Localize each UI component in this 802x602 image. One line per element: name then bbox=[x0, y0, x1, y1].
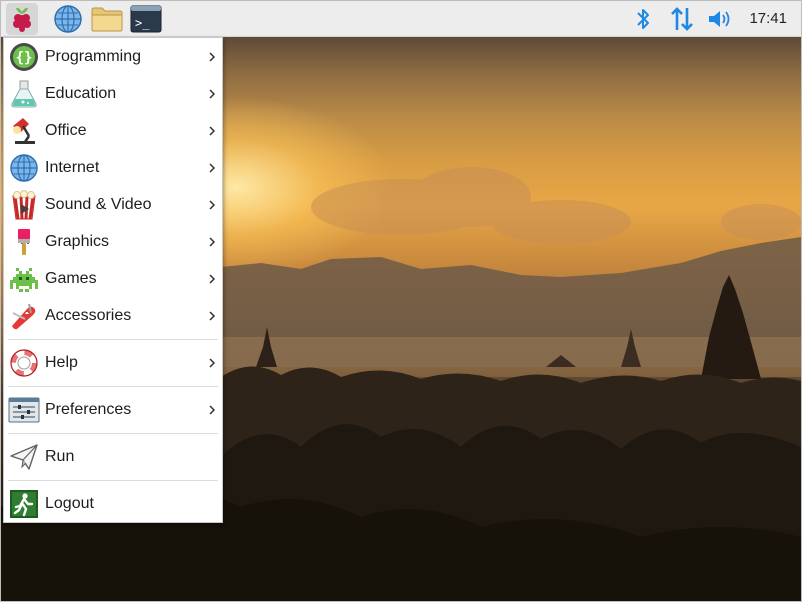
menu-item-accessories[interactable]: Accessories bbox=[4, 298, 222, 334]
menu-item-label: Internet bbox=[45, 159, 100, 176]
menu-item-label: Games bbox=[45, 270, 97, 287]
file-manager-icon bbox=[91, 7, 123, 32]
submenu-arrow-icon bbox=[209, 311, 216, 321]
raspberry-menu-button[interactable] bbox=[6, 3, 38, 35]
submenu-arrow-icon bbox=[209, 52, 216, 62]
menu-item-label: Education bbox=[45, 85, 117, 102]
games-icon bbox=[8, 263, 40, 295]
top-panel: >_ 17:41 bbox=[1, 1, 801, 37]
submenu-arrow-icon bbox=[209, 163, 216, 173]
menu-item-graphics[interactable]: Graphics bbox=[4, 224, 222, 260]
menu-item-label: Help bbox=[45, 354, 78, 371]
office-icon bbox=[8, 115, 40, 147]
terminal-launcher[interactable]: >_ bbox=[130, 3, 162, 35]
internet-icon bbox=[8, 152, 40, 184]
bluetooth-tray[interactable] bbox=[634, 5, 652, 33]
submenu-arrow-icon bbox=[209, 274, 216, 284]
menu-item-internet[interactable]: Internet bbox=[4, 150, 222, 186]
menu-separator bbox=[8, 433, 218, 434]
menu-item-label: Sound & Video bbox=[45, 196, 152, 213]
volume-icon bbox=[709, 11, 730, 27]
menu-item-label: Run bbox=[45, 448, 75, 465]
file-manager-launcher[interactable] bbox=[91, 3, 123, 35]
menu-item-label: Graphics bbox=[45, 233, 110, 250]
menu-item-help[interactable]: Help bbox=[4, 345, 222, 381]
submenu-arrow-icon bbox=[209, 358, 216, 368]
menu-item-programming[interactable]: {} Programming bbox=[4, 39, 222, 75]
submenu-arrow-icon bbox=[209, 89, 216, 99]
screen: >_ 17:41 {} Programming Education Office… bbox=[1, 1, 801, 601]
menu-item-logout[interactable]: Logout bbox=[4, 486, 222, 522]
accessories-icon bbox=[8, 300, 40, 332]
graphics-icon bbox=[8, 226, 40, 258]
volume-tray[interactable] bbox=[706, 5, 734, 33]
network-tray[interactable] bbox=[669, 5, 695, 33]
programming-icon: {} bbox=[8, 41, 40, 73]
bluetooth-icon bbox=[637, 9, 649, 29]
sound-video-icon bbox=[8, 189, 40, 221]
svg-text:{}: {} bbox=[16, 50, 33, 66]
submenu-arrow-icon bbox=[209, 237, 216, 247]
run-icon bbox=[8, 441, 40, 473]
application-menu: {} Programming Education Office Internet… bbox=[3, 37, 223, 523]
web-browser-icon bbox=[54, 5, 82, 33]
submenu-arrow-icon bbox=[209, 200, 216, 210]
menu-item-run[interactable]: Run bbox=[4, 439, 222, 475]
network-icon bbox=[671, 7, 693, 31]
menu-item-label: Logout bbox=[45, 495, 94, 512]
menu-separator bbox=[8, 339, 218, 340]
menu-item-label: Accessories bbox=[45, 307, 132, 324]
education-icon bbox=[8, 78, 40, 110]
web-browser-launcher[interactable] bbox=[52, 3, 84, 35]
menu-item-office[interactable]: Office bbox=[4, 113, 222, 149]
submenu-arrow-icon bbox=[209, 126, 216, 136]
menu-item-education[interactable]: Education bbox=[4, 76, 222, 112]
terminal-icon: >_ bbox=[130, 5, 162, 33]
menu-item-sound-video[interactable]: Sound & Video bbox=[4, 187, 222, 223]
preferences-icon bbox=[8, 394, 40, 426]
clock[interactable]: 17:41 bbox=[749, 1, 787, 37]
logout-icon bbox=[8, 488, 40, 520]
terminal-glyph: >_ bbox=[135, 16, 150, 30]
menu-separator bbox=[8, 480, 218, 481]
menu-item-label: Office bbox=[45, 122, 87, 139]
menu-separator bbox=[8, 386, 218, 387]
help-icon bbox=[8, 347, 40, 379]
raspberry-menu-icon bbox=[13, 7, 31, 32]
menu-item-games[interactable]: Games bbox=[4, 261, 222, 297]
menu-item-label: Programming bbox=[45, 48, 142, 65]
menu-item-preferences[interactable]: Preferences bbox=[4, 392, 222, 428]
menu-item-label: Preferences bbox=[45, 401, 132, 418]
submenu-arrow-icon bbox=[209, 405, 216, 415]
